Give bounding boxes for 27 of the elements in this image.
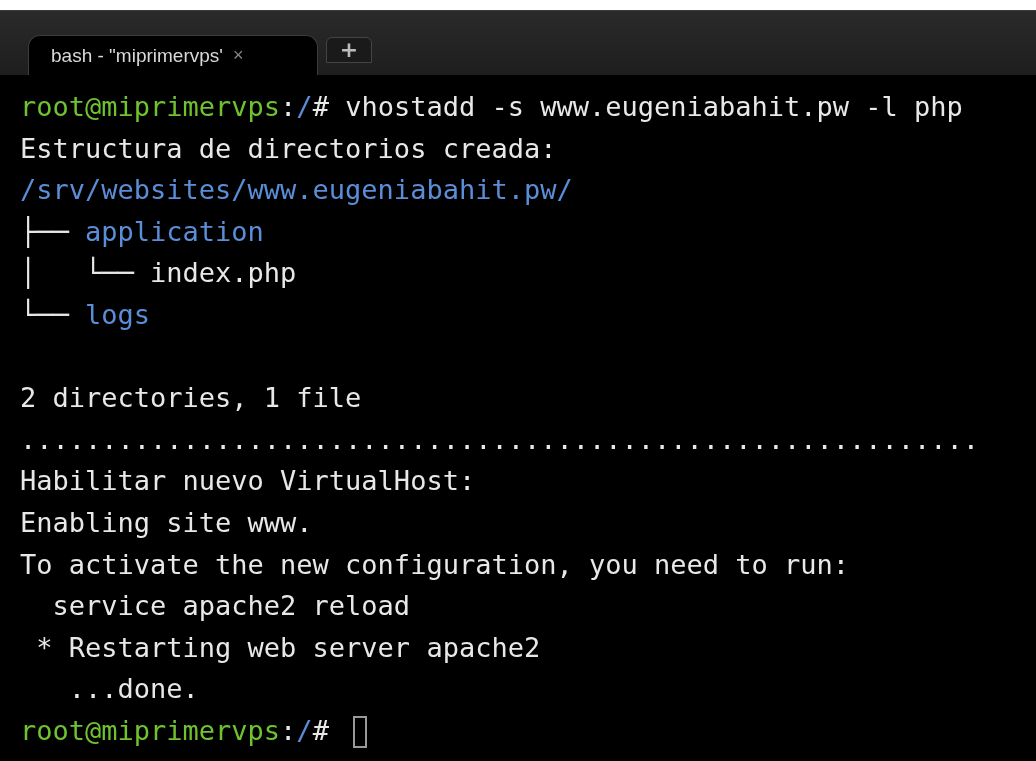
output-text: └── xyxy=(20,298,71,330)
output-text: : xyxy=(280,714,297,746)
path-text: application xyxy=(85,215,264,247)
output-text: ...done. xyxy=(67,673,199,705)
output-text: 2 directories, 1 file xyxy=(20,382,362,414)
output-text: service apache2 reload xyxy=(51,590,411,622)
path-text: / xyxy=(296,714,313,746)
output-text: # vhostadd -s www.eugeniabahit.pw -l php xyxy=(312,91,963,122)
prompt-user: root@miprimervps xyxy=(20,714,281,746)
prompt-user: root@miprimervps xyxy=(20,91,281,122)
output-text: ├── xyxy=(20,215,71,247)
output-text: To activate the new configuration, you need to run: xyxy=(20,548,850,580)
output-text: │ └── index.php xyxy=(20,257,297,289)
output-text: Estructura de directorios creada: xyxy=(20,132,557,164)
output-text: : xyxy=(280,91,297,122)
terminal-tab[interactable]: bash - "miprimervps' × xyxy=(28,35,318,75)
path-text: /srv/websites/www.eugeniabahit.pw/ xyxy=(20,174,573,206)
tab-title: bash - "miprimervps' xyxy=(51,44,223,67)
output-text: Habilitar nuevo VirtualHost: xyxy=(20,465,476,497)
output-text: * Restarting web server apache2 xyxy=(35,631,541,663)
path-text: logs xyxy=(85,298,151,330)
path-text: / xyxy=(296,91,313,122)
close-icon[interactable]: × xyxy=(232,45,244,66)
output-text: ........................................................... xyxy=(20,423,980,455)
new-tab-button[interactable]: + xyxy=(326,37,372,63)
output-text: Enabling site www. xyxy=(20,506,313,538)
output-text: # xyxy=(312,714,329,746)
